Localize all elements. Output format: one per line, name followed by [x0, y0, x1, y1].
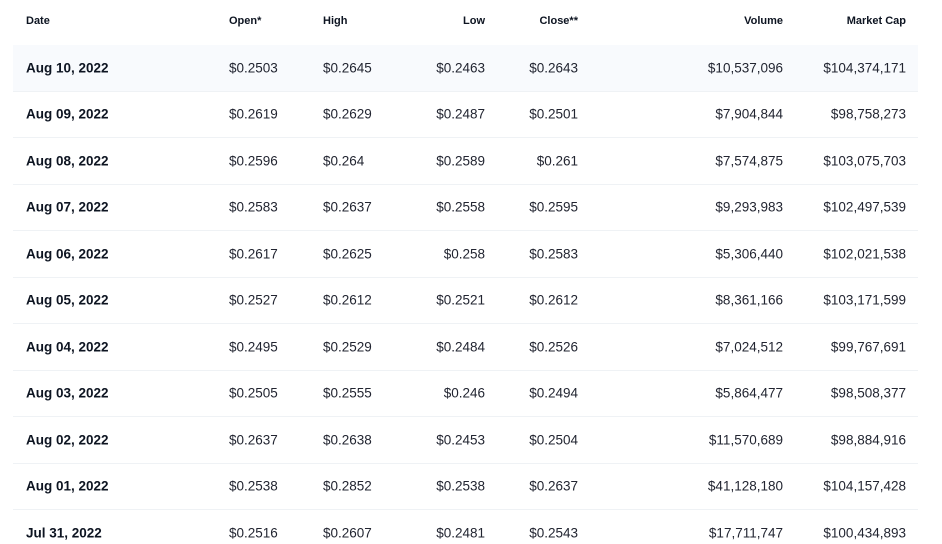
cell-close: $0.261	[536, 153, 578, 169]
cell-high: $0.2637	[323, 199, 372, 215]
cell-high: $0.2629	[323, 106, 372, 122]
cell-high: $0.2638	[323, 432, 372, 448]
cell-market-cap: $98,884,916	[830, 432, 906, 448]
cell-date: Aug 02, 2022	[26, 432, 109, 448]
cell-date: Aug 03, 2022	[26, 385, 109, 401]
cell-close: $0.2543	[529, 525, 578, 541]
cell-date: Aug 10, 2022	[26, 60, 109, 76]
cell-market-cap: $99,767,691	[830, 339, 906, 355]
cell-low: $0.2558	[436, 199, 485, 215]
cell-low: $0.2481	[436, 525, 485, 541]
table-row: Aug 02, 2022 $0.2637 $0.2638 $0.2453 $0.…	[13, 417, 918, 464]
cell-open: $0.2505	[229, 385, 278, 401]
cell-high: $0.2555	[323, 385, 372, 401]
cell-volume: $9,293,983	[715, 199, 783, 215]
cell-open: $0.2617	[229, 246, 278, 262]
cell-low: $0.2589	[436, 153, 485, 169]
cell-market-cap: $103,171,599	[823, 292, 906, 308]
column-header-close[interactable]: Close**	[539, 15, 578, 27]
column-header-high[interactable]: High	[323, 15, 347, 27]
column-header-low[interactable]: Low	[463, 15, 485, 27]
cell-volume: $7,024,512	[715, 339, 783, 355]
cell-open: $0.2538	[229, 478, 278, 494]
table-row: Aug 08, 2022 $0.2596 $0.264 $0.2589 $0.2…	[13, 138, 918, 185]
cell-market-cap: $104,374,171	[823, 60, 906, 76]
cell-close: $0.2504	[529, 432, 578, 448]
cell-low: $0.2521	[436, 292, 485, 308]
cell-market-cap: $103,075,703	[823, 153, 906, 169]
cell-open: $0.2503	[229, 60, 278, 76]
cell-close: $0.2612	[529, 292, 578, 308]
cell-volume: $5,864,477	[715, 385, 783, 401]
cell-open: $0.2637	[229, 432, 278, 448]
cell-open: $0.2619	[229, 106, 278, 122]
cell-market-cap: $98,758,273	[830, 106, 906, 122]
cell-date: Aug 09, 2022	[26, 106, 109, 122]
cell-low: $0.2453	[436, 432, 485, 448]
cell-high: $0.2529	[323, 339, 372, 355]
cell-low: $0.2484	[436, 339, 485, 355]
cell-close: $0.2583	[529, 246, 578, 262]
table-row: Aug 07, 2022 $0.2583 $0.2637 $0.2558 $0.…	[13, 185, 918, 231]
cell-date: Jul 31, 2022	[26, 525, 102, 541]
cell-high: $0.2852	[323, 478, 372, 494]
table-row: Jul 31, 2022 $0.2516 $0.2607 $0.2481 $0.…	[13, 510, 918, 544]
cell-close: $0.2637	[529, 478, 578, 494]
historical-data-table: Date Open* High Low Close** Volume Marke…	[0, 0, 942, 544]
cell-high: $0.2645	[323, 60, 372, 76]
cell-open: $0.2596	[229, 153, 278, 169]
cell-open: $0.2583	[229, 199, 278, 215]
cell-date: Aug 06, 2022	[26, 246, 109, 262]
cell-open: $0.2495	[229, 339, 278, 355]
cell-low: $0.2463	[436, 60, 485, 76]
table-row: Aug 10, 2022 $0.2503 $0.2645 $0.2463 $0.…	[13, 45, 918, 92]
cell-low: $0.258	[443, 246, 485, 262]
cell-date: Aug 05, 2022	[26, 292, 109, 308]
column-header-volume[interactable]: Volume	[744, 15, 783, 27]
column-header-market-cap[interactable]: Market Cap	[847, 15, 906, 27]
cell-close: $0.2501	[529, 106, 578, 122]
cell-volume: $10,537,096	[707, 60, 783, 76]
cell-volume: $5,306,440	[715, 246, 783, 262]
cell-close: $0.2526	[529, 339, 578, 355]
cell-low: $0.2538	[436, 478, 485, 494]
cell-volume: $41,128,180	[707, 478, 783, 494]
cell-open: $0.2527	[229, 292, 278, 308]
cell-market-cap: $104,157,428	[823, 478, 906, 494]
cell-low: $0.2487	[436, 106, 485, 122]
cell-market-cap: $102,021,538	[823, 246, 906, 262]
cell-market-cap: $98,508,377	[830, 385, 906, 401]
cell-date: Aug 07, 2022	[26, 199, 109, 215]
cell-market-cap: $102,497,539	[823, 199, 906, 215]
cell-volume: $7,904,844	[715, 106, 783, 122]
cell-volume: $11,570,689	[708, 432, 783, 448]
table-body: Aug 10, 2022 $0.2503 $0.2645 $0.2463 $0.…	[13, 45, 918, 544]
cell-close: $0.2595	[529, 199, 578, 215]
column-header-date[interactable]: Date	[26, 15, 50, 27]
table-row: Aug 06, 2022 $0.2617 $0.2625 $0.258 $0.2…	[13, 231, 918, 278]
cell-volume: $7,574,875	[715, 153, 783, 169]
cell-low: $0.246	[443, 385, 485, 401]
cell-date: Aug 04, 2022	[26, 339, 109, 355]
cell-market-cap: $100,434,893	[823, 525, 906, 541]
cell-date: Aug 01, 2022	[26, 478, 109, 494]
cell-volume: $8,361,166	[715, 292, 783, 308]
cell-high: $0.2625	[323, 246, 372, 262]
table-row: Aug 04, 2022 $0.2495 $0.2529 $0.2484 $0.…	[13, 324, 918, 371]
cell-volume: $17,711,747	[708, 525, 783, 541]
table-header: Date Open* High Low Close** Volume Marke…	[13, 0, 918, 45]
table-row: Aug 03, 2022 $0.2505 $0.2555 $0.246 $0.2…	[13, 371, 918, 417]
table-row: Aug 09, 2022 $0.2619 $0.2629 $0.2487 $0.…	[13, 92, 918, 138]
cell-close: $0.2494	[529, 385, 578, 401]
cell-date: Aug 08, 2022	[26, 153, 109, 169]
column-header-open[interactable]: Open*	[229, 15, 261, 27]
cell-high: $0.264	[323, 153, 365, 169]
cell-high: $0.2612	[323, 292, 372, 308]
cell-high: $0.2607	[323, 525, 372, 541]
table-row: Aug 01, 2022 $0.2538 $0.2852 $0.2538 $0.…	[13, 464, 918, 510]
table-row: Aug 05, 2022 $0.2527 $0.2612 $0.2521 $0.…	[13, 278, 918, 324]
cell-open: $0.2516	[229, 525, 278, 541]
cell-close: $0.2643	[529, 60, 578, 76]
